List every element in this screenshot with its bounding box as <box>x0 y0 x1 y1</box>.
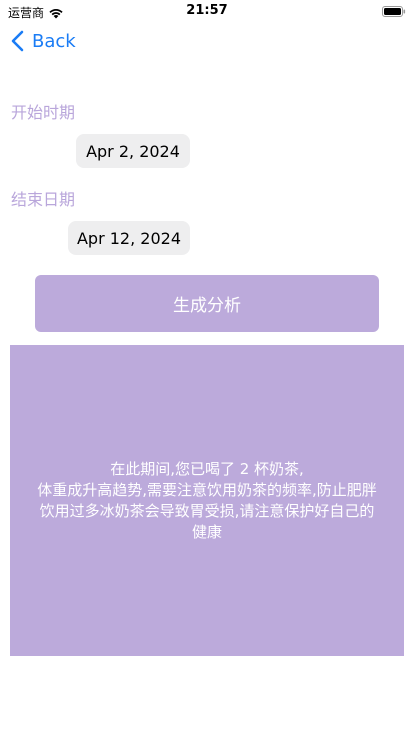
end-date-picker[interactable]: Apr 12, 2024 <box>68 221 190 255</box>
status-bar: 运营商 21:57 <box>0 0 414 22</box>
analysis-line: 饮用过多冰奶茶会导致胃受损,请注意保护好自己的 <box>39 501 375 520</box>
chevron-left-icon <box>11 30 24 52</box>
status-time: 21:57 <box>186 3 228 18</box>
end-date-label: 结束日期 <box>11 190 76 209</box>
generate-analysis-button[interactable]: 生成分析 <box>35 275 379 332</box>
analysis-result-panel: 在此期间,您已喝了 2 杯奶茶, 体重成升高趋势,需要注意饮用奶茶的频率,防止肥… <box>10 345 404 656</box>
analysis-line: 在此期间,您已喝了 2 杯奶茶, <box>110 459 304 478</box>
battery-icon <box>382 6 406 17</box>
back-label: Back <box>32 30 76 52</box>
analysis-screen: 运营商 21:57 Back 开始时期 Apr 2, 2024 结束日期 Apr… <box>0 0 414 736</box>
analysis-line: 体重成升高趋势,需要注意饮用奶茶的频率,防止肥胖 <box>37 480 377 499</box>
back-button[interactable]: Back <box>10 30 76 52</box>
start-date-picker[interactable]: Apr 2, 2024 <box>76 134 190 168</box>
start-date-label: 开始时期 <box>11 103 76 122</box>
analysis-line: 健康 <box>191 522 222 541</box>
